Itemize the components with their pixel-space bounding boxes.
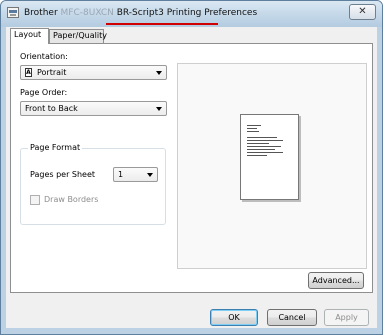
page-order-label: Page Order: bbox=[20, 88, 68, 97]
printing-preferences-window: Brother MFC-8UXCN BR-Script3 Printing Pr… bbox=[0, 0, 383, 335]
tab-layout[interactable]: Layout bbox=[10, 28, 49, 44]
title-prefix: Brother bbox=[24, 8, 58, 18]
orientation-value: Portrait bbox=[37, 68, 67, 77]
tab-layout-label: Layout bbox=[14, 30, 42, 39]
title-bar[interactable]: Brother MFC-8UXCN BR-Script3 Printing Pr… bbox=[1, 1, 382, 27]
page-order-value: Front to Back bbox=[25, 104, 78, 113]
window-title: Brother MFC-8UXCN BR-Script3 Printing Pr… bbox=[24, 8, 257, 18]
close-button[interactable]: ✕ bbox=[349, 4, 376, 20]
ok-button[interactable]: OK bbox=[210, 309, 258, 326]
cancel-button[interactable]: Cancel bbox=[267, 309, 317, 326]
title-model: MFC-8UXCN bbox=[60, 8, 114, 18]
title-highlight-underline bbox=[106, 23, 218, 25]
printer-icon bbox=[7, 7, 19, 18]
tab-paper-quality[interactable]: Paper/Quality bbox=[49, 29, 107, 43]
title-printing-preferences: Printing Preferences bbox=[166, 8, 258, 18]
pages-per-sheet-label: Pages per Sheet bbox=[30, 170, 96, 179]
dialog-client-area: Layout Paper/Quality Orientation: A Port… bbox=[6, 27, 377, 328]
close-icon: ✕ bbox=[358, 6, 367, 17]
draw-borders-label: Draw Borders bbox=[44, 195, 99, 204]
orientation-select[interactable]: A Portrait bbox=[20, 65, 167, 80]
orientation-label: Orientation: bbox=[20, 52, 68, 61]
advanced-button[interactable]: Advanced... bbox=[308, 272, 364, 289]
title-driver: BR-Script3 bbox=[116, 8, 164, 18]
layout-tab-panel: Orientation: A Portrait Page Order: Fron… bbox=[10, 43, 373, 293]
page-order-select[interactable]: Front to Back bbox=[20, 101, 167, 116]
chevron-down-icon bbox=[147, 173, 153, 177]
pages-per-sheet-value: 1 bbox=[118, 170, 124, 179]
layout-preview-area bbox=[177, 63, 367, 269]
pages-per-sheet-select[interactable]: 1 bbox=[113, 167, 158, 182]
draw-borders-checkbox[interactable] bbox=[30, 195, 40, 205]
chevron-down-icon bbox=[156, 71, 162, 75]
chevron-down-icon bbox=[156, 107, 162, 111]
tab-paper-quality-label: Paper/Quality bbox=[53, 31, 107, 40]
page-format-title: Page Format bbox=[28, 143, 83, 152]
page-format-group: Page Format Pages per Sheet 1 Draw Borde… bbox=[20, 143, 166, 225]
page-preview-icon bbox=[240, 114, 299, 200]
apply-button[interactable]: Apply bbox=[324, 309, 369, 326]
portrait-page-icon: A bbox=[25, 68, 32, 77]
